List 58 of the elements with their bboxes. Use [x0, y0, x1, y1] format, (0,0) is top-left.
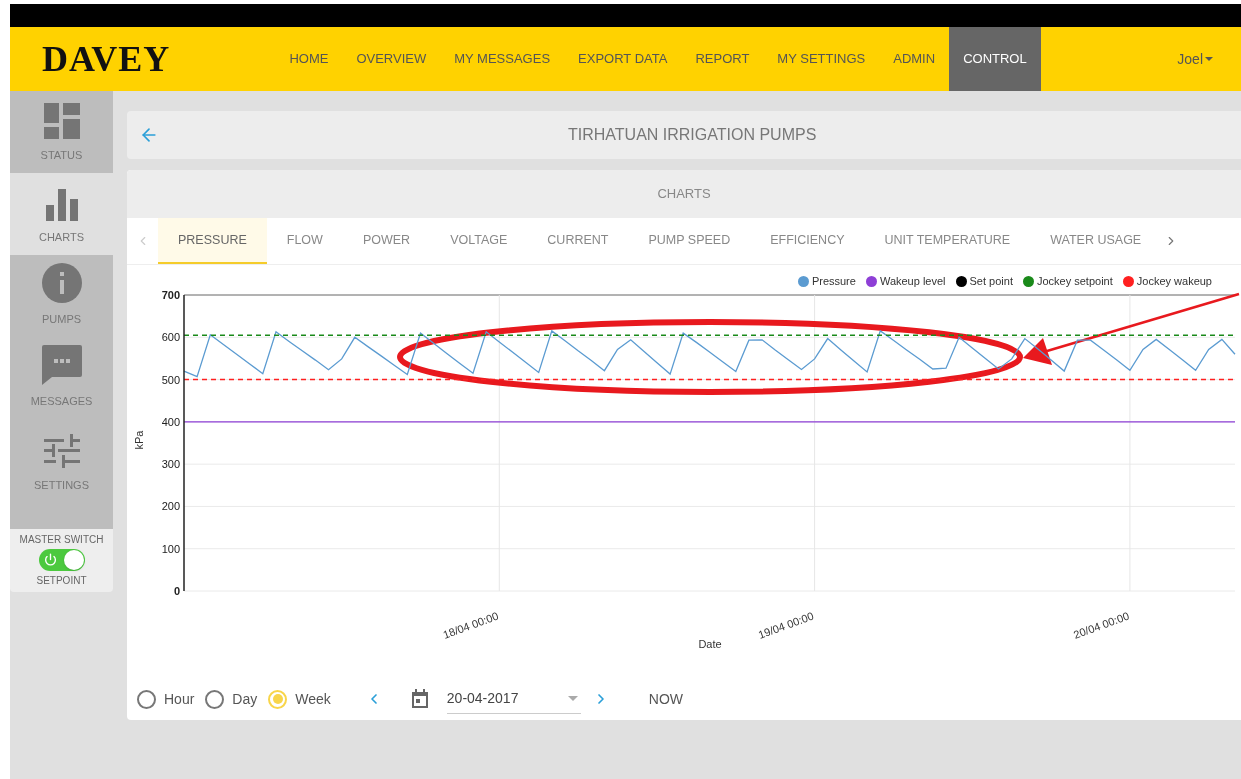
now-button[interactable]: NOW — [648, 688, 684, 710]
calendar-icon — [410, 689, 429, 709]
chart-tab[interactable]: VOLTAGE — [430, 218, 528, 264]
x-tick-label: 18/04 00:00 — [441, 609, 500, 641]
chart-tab[interactable]: PUMP SPEED — [628, 218, 751, 264]
toggle-switch[interactable] — [38, 549, 85, 571]
legend-label: Wakeup level — [879, 273, 946, 289]
radio-option[interactable]: Hour — [137, 688, 195, 710]
radio-button[interactable] — [137, 689, 156, 709]
chart-tab[interactable]: UNIT TEMPERATURE — [864, 218, 1031, 264]
nav-link[interactable]: EXPORT DATA — [564, 27, 682, 91]
page-title: TIRHATUAN IRRIGATION PUMPS — [568, 125, 817, 145]
y-tick-label: 0 — [173, 585, 180, 597]
legend-label: Jockey wakeup — [1136, 273, 1212, 289]
dropdown-caret-icon — [567, 696, 578, 701]
chart-tab[interactable]: WATER USAGE — [1030, 218, 1162, 264]
y-tick-label: 500 — [161, 373, 180, 386]
nav-link[interactable]: OVERVIEW — [342, 27, 441, 91]
chart-tab[interactable]: POWER — [342, 218, 431, 264]
radio-button[interactable] — [205, 689, 225, 709]
nav-link[interactable]: REPORT — [681, 27, 764, 91]
nav-link[interactable]: CONTROL — [949, 27, 1041, 91]
chart-tab[interactable]: PRESSURE — [158, 218, 267, 264]
x-axis-title: Date — [698, 638, 722, 650]
x-tick-label: 20/04 00:00 — [1071, 609, 1131, 641]
card-title: CHARTS — [657, 185, 711, 204]
radio-option[interactable]: Day — [205, 688, 258, 710]
radio-option[interactable]: Week — [268, 688, 331, 710]
logo: DAVEY — [42, 41, 171, 77]
y-tick-label: 100 — [161, 542, 180, 555]
dashboard-icon — [43, 102, 80, 139]
y-tick-label: 300 — [161, 458, 180, 471]
y-tick-label: 700 — [161, 290, 180, 301]
user-menu[interactable]: Joel — [1177, 48, 1213, 70]
nav-link[interactable]: HOME — [275, 27, 343, 91]
nav-link[interactable]: MY SETTINGS — [763, 27, 880, 91]
switch-caption: SETPOINT — [36, 574, 87, 588]
message-icon — [41, 344, 82, 385]
chart-tab[interactable]: EFFICIENCY — [750, 218, 865, 264]
y-tick-label: 600 — [161, 331, 180, 344]
chart-tab[interactable]: CURRENT — [527, 218, 629, 264]
nav-link[interactable]: MY MESSAGES — [440, 27, 565, 91]
y-axis-title: kPa — [133, 430, 145, 450]
master-switch-label: MASTER SWITCH — [19, 533, 104, 547]
x-tick-label: 19/04 00:00 — [756, 609, 816, 641]
date-field[interactable]: 20-04-2017 — [446, 684, 581, 714]
legend-label: Pressure — [811, 273, 856, 289]
nav-link[interactable]: ADMIN — [879, 27, 950, 91]
info-icon — [41, 262, 82, 303]
legend-label: Jockey setpoint — [1036, 273, 1113, 289]
sliders-icon — [43, 432, 80, 469]
y-tick-label: 200 — [161, 500, 180, 513]
power-icon — [43, 553, 57, 566]
bar-chart-icon — [45, 188, 78, 221]
y-tick-label: 400 — [161, 415, 180, 428]
caret-icon — [1205, 57, 1213, 61]
legend-label: Set point — [969, 273, 1013, 289]
chart-tab[interactable]: FLOW — [266, 218, 343, 264]
